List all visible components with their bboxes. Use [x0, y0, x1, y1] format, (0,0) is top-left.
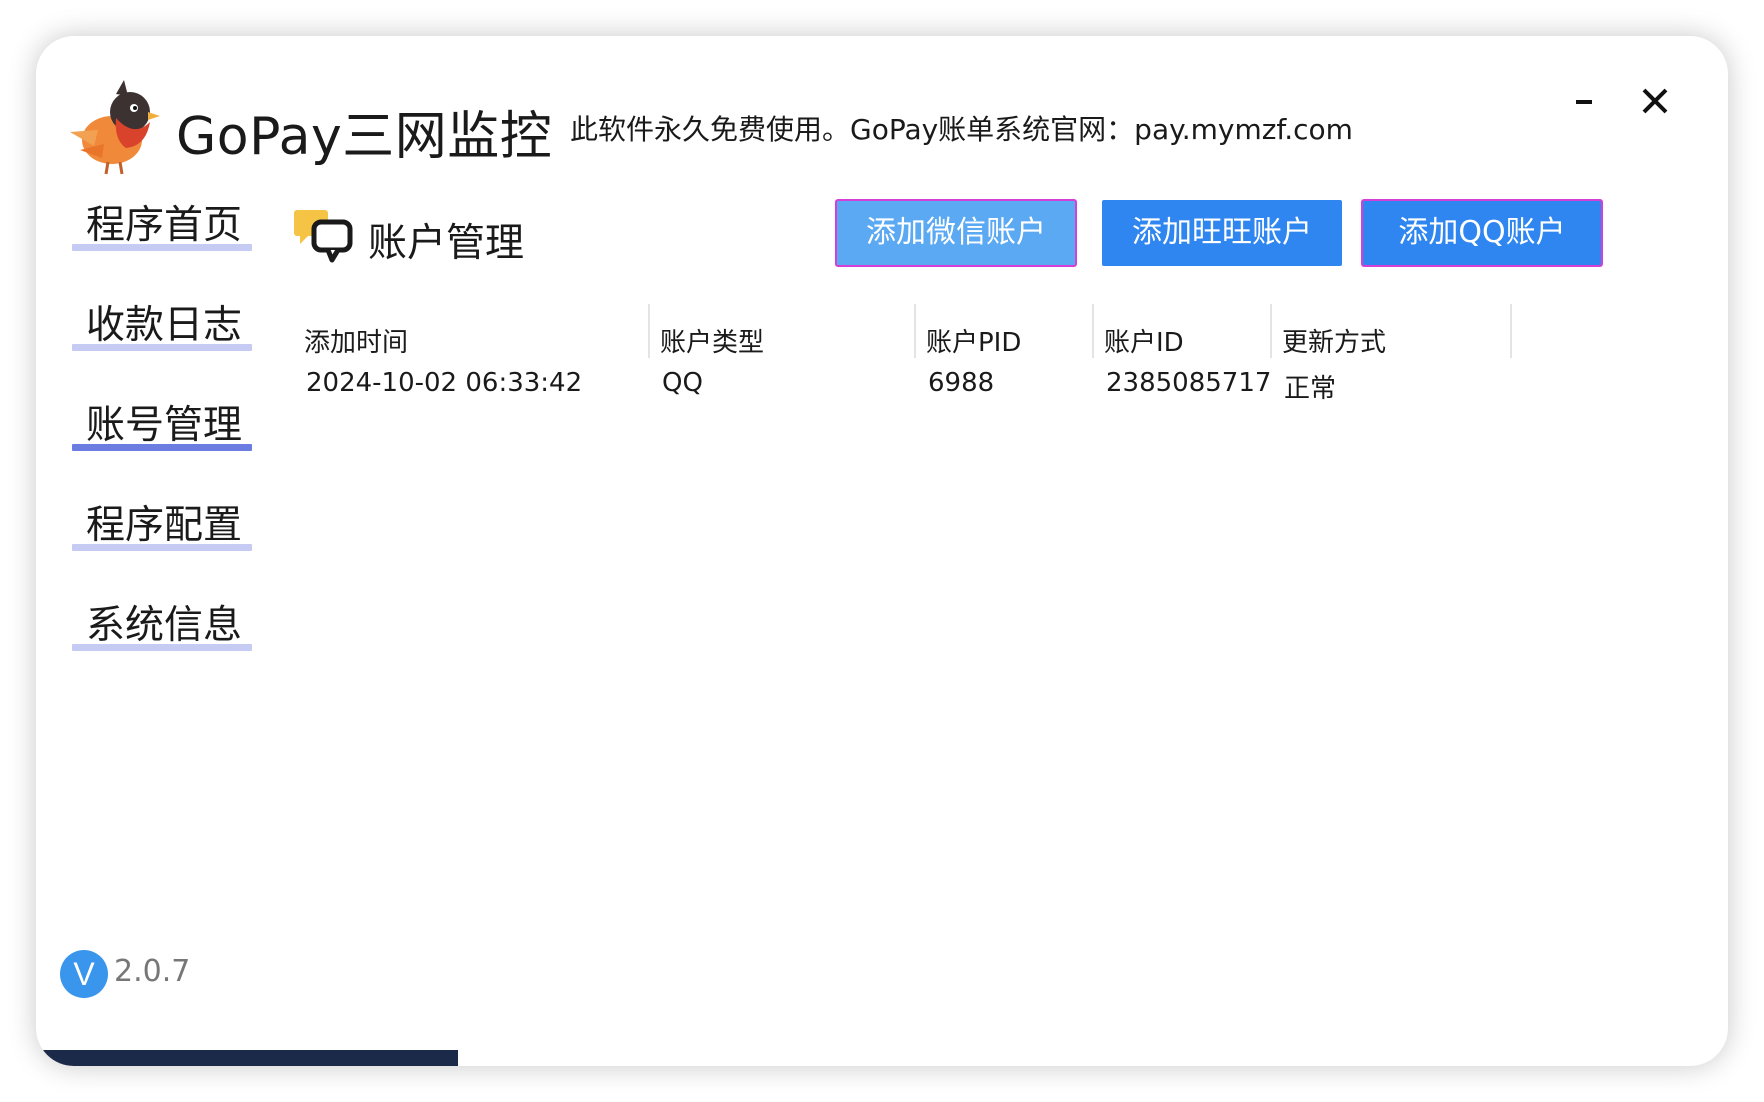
column-header-account-type[interactable]: 账户类型	[660, 322, 764, 359]
sidebar-item-label: 系统信息	[86, 603, 243, 648]
cell-account-id: 2385085717	[1106, 368, 1272, 398]
column-header-account-pid[interactable]: 账户PID	[926, 322, 1021, 359]
app-title: GoPay三网监控	[176, 107, 553, 167]
app-window: GoPay三网监控 此软件永久免费使用。GoPay账单系统官网：pay.mymz…	[36, 36, 1728, 1066]
column-header-update-mode[interactable]: 更新方式	[1282, 322, 1386, 359]
add-wangwang-account-button[interactable]: 添加旺旺账户	[1102, 200, 1342, 266]
section-title: 账户管理	[368, 221, 525, 266]
sidebar-item-label: 程序首页	[86, 203, 243, 248]
column-divider[interactable]	[1092, 304, 1094, 358]
sidebar-item-system-info[interactable]: 系统信息	[72, 580, 252, 660]
column-divider[interactable]	[914, 304, 916, 358]
column-divider[interactable]	[1270, 304, 1272, 358]
chat-bubbles-icon	[294, 210, 353, 263]
sidebar-item-home[interactable]: 程序首页	[72, 180, 252, 260]
nav-underline	[72, 344, 252, 351]
column-header-account-id[interactable]: 账户ID	[1104, 322, 1184, 359]
sidebar-item-account-management[interactable]: 账号管理	[72, 380, 252, 460]
minimize-icon	[1576, 100, 1592, 104]
sidebar-item-payment-log[interactable]: 收款日志	[72, 280, 252, 360]
cell-added-time: 2024-10-02 06:33:42	[306, 368, 583, 398]
column-header-added-time[interactable]: 添加时间	[304, 322, 408, 359]
nav-underline	[72, 644, 252, 651]
sidebar-item-label: 程序配置	[86, 503, 243, 548]
version-number: 2.0.7	[114, 954, 191, 989]
cell-account-type: QQ	[662, 368, 703, 398]
accounts-table: 添加时间 账户类型 账户PID 账户ID 更新方式 2024-10-02 06:…	[300, 292, 1700, 412]
sidebar-item-label: 收款日志	[86, 303, 243, 348]
add-qq-account-button[interactable]: 添加QQ账户	[1361, 199, 1603, 267]
nav-underline-active	[72, 444, 252, 451]
nav-underline	[72, 244, 252, 251]
close-button[interactable]	[1630, 76, 1680, 126]
cell-account-pid: 6988	[928, 368, 995, 398]
sidebar-item-program-config[interactable]: 程序配置	[72, 480, 252, 560]
nav-underline	[72, 544, 252, 551]
column-divider[interactable]	[1510, 304, 1512, 358]
sidebar-item-label: 账号管理	[86, 403, 243, 448]
cell-update-mode: 正常	[1284, 374, 1337, 404]
taskbar-strip	[36, 1050, 458, 1066]
minimize-button[interactable]	[1560, 76, 1610, 126]
free-use-notice: 此软件永久免费使用。GoPay账单系统官网：pay.mymzf.com	[570, 113, 1353, 146]
version-badge-icon: V	[60, 950, 108, 998]
close-icon	[1642, 88, 1668, 114]
add-wechat-account-button[interactable]: 添加微信账户	[835, 199, 1077, 267]
column-divider[interactable]	[648, 304, 650, 358]
bird-logo-icon	[70, 80, 160, 175]
